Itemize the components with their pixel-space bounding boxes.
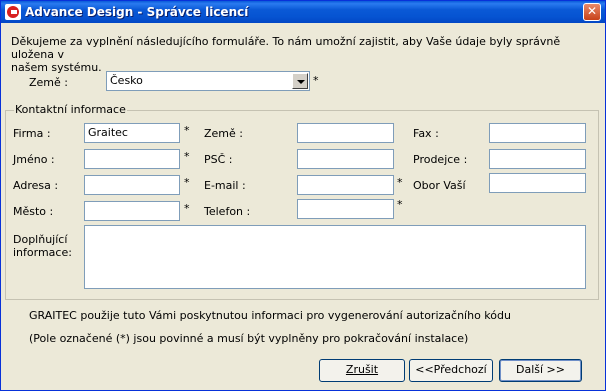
chevron-down-icon[interactable]	[292, 73, 308, 89]
company-label: Firma :	[13, 127, 51, 140]
reseller-field[interactable]	[489, 149, 586, 169]
dialog-content: Děkujeme za vyplnění následujícího formu…	[1, 23, 605, 390]
city-field[interactable]	[84, 201, 180, 221]
back-button[interactable]: <<Předchozí	[409, 359, 493, 382]
country-value: Česko	[110, 74, 143, 87]
window-title: Advance Design - Správce licencí	[25, 5, 249, 19]
company-required-mark: *	[184, 124, 190, 137]
contact-info-title: Kontaktní informace	[14, 103, 127, 116]
name-field[interactable]	[84, 149, 180, 169]
email-field[interactable]	[297, 175, 394, 195]
name-required-mark: *	[184, 150, 190, 163]
email-label: E-mail :	[204, 179, 246, 192]
license-manager-window: Advance Design - Správce licencí ✕ Děkuj…	[0, 0, 606, 391]
fax-field[interactable]	[489, 123, 586, 143]
back-button-label: <<Předchozí	[415, 363, 487, 376]
phone-field[interactable]	[297, 199, 394, 219]
contact-country-field[interactable]	[297, 123, 394, 143]
email-required-mark: *	[397, 176, 403, 189]
city-required-mark: *	[184, 202, 190, 215]
next-button-label: Další >>	[516, 363, 565, 376]
additional-info-textarea[interactable]	[84, 225, 586, 289]
contact-country-label: Země :	[204, 127, 243, 140]
address-label: Adresa :	[13, 179, 59, 192]
next-button[interactable]: Další >>	[499, 359, 582, 382]
country-select[interactable]: Česko	[106, 71, 310, 91]
city-label: Město :	[13, 205, 54, 218]
phone-required-mark: *	[397, 198, 403, 211]
field-of-work-label: Obor Vaší	[413, 179, 466, 192]
zip-field[interactable]	[297, 149, 394, 169]
fax-label: Fax :	[413, 127, 439, 140]
cancel-button-label: Zrušit	[345, 363, 379, 376]
title-bar[interactable]: Advance Design - Správce licencí ✕	[1, 1, 605, 23]
address-required-mark: *	[184, 176, 190, 189]
intro-text: Děkujeme za vyplnění následujícího formu…	[11, 35, 561, 74]
additional-info-label: Doplňující informace:	[13, 233, 72, 259]
reseller-label: Prodejce :	[413, 153, 468, 166]
cancel-button[interactable]: Zrušit	[319, 359, 405, 382]
field-of-work-field[interactable]	[489, 173, 586, 193]
name-label: Jméno :	[13, 153, 55, 166]
company-field[interactable]: Graitec	[84, 123, 180, 143]
phone-label: Telefon :	[204, 205, 251, 218]
app-logo-icon	[5, 4, 21, 20]
graitec-note: GRAITEC použije tuto Vámi poskytnutou in…	[29, 309, 511, 322]
close-button[interactable]: ✕	[583, 3, 601, 21]
zip-label: PSČ :	[204, 153, 233, 166]
country-required-mark: *	[313, 74, 319, 87]
address-field[interactable]	[84, 175, 180, 195]
required-fields-note: (Pole označené (*) jsou povinné a musí b…	[29, 332, 469, 345]
country-label: Země :	[29, 76, 68, 89]
